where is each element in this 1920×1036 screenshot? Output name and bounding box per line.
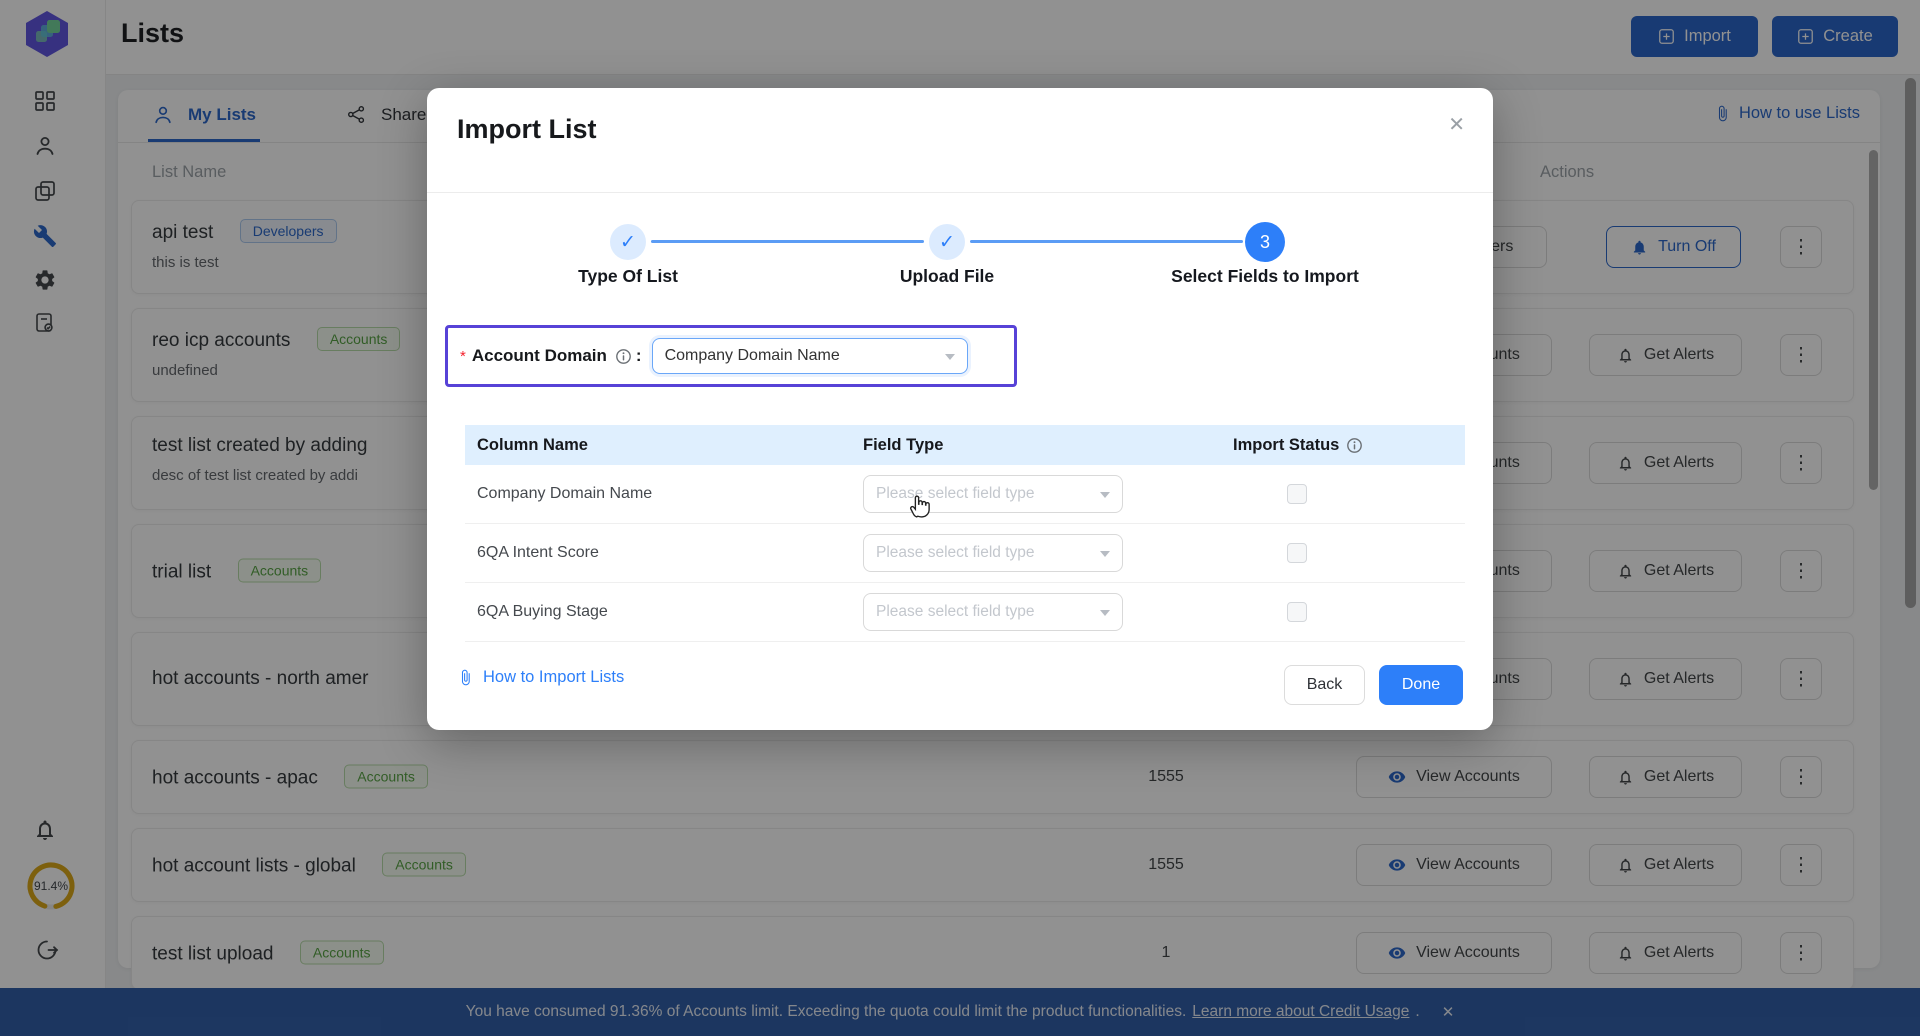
field-type-placeholder: Please select field type [876,603,1035,621]
info-icon [615,348,632,365]
step-3-label: Select Fields to Import [1105,266,1425,287]
done-button[interactable]: Done [1379,665,1463,705]
account-domain-value: Company Domain Name [665,347,840,365]
field-column-name: Company Domain Name [465,485,863,503]
import-field-row: 6QA Intent Score Please select field typ… [465,524,1465,583]
account-domain-select[interactable]: Company Domain Name [652,338,968,374]
import-status-checkbox[interactable] [1287,484,1307,504]
header-field-type: Field Type [863,436,1233,455]
chevron-down-icon [1100,492,1110,498]
import-list-modal: Import List ✕ ✓ ✓ 3 Type Of List Upload … [427,88,1493,730]
step-2-label: Upload File [787,266,1107,287]
field-type-placeholder: Please select field type [876,485,1035,503]
import-status-checkbox[interactable] [1287,543,1307,563]
account-domain-label: Account Domain [472,346,607,366]
field-type-select[interactable]: Please select field type [863,534,1123,572]
import-field-row: Company Domain Name Please select field … [465,465,1465,524]
back-button[interactable]: Back [1284,665,1365,705]
how-to-import-lists-link[interactable]: How to Import Lists [457,668,624,687]
import-status-checkbox[interactable] [1287,602,1307,622]
import-fields-table: Column Name Field Type Import Status Com… [465,425,1465,642]
header-column-name: Column Name [465,436,863,455]
step-3-number: 3 [1245,222,1285,262]
step-1-label: Type Of List [468,266,788,287]
step-1-check: ✓ [610,224,646,260]
chevron-down-icon [945,354,955,360]
required-asterisk: * [460,348,466,365]
import-field-row: 6QA Buying Stage Please select field typ… [465,583,1465,642]
app-screen: 91.4% Lists Import Create My Lists [0,0,1920,1036]
field-type-placeholder: Please select field type [876,544,1035,562]
chevron-down-icon [1100,610,1110,616]
step-2-check: ✓ [929,224,965,260]
modal-close-icon[interactable]: ✕ [1448,112,1465,137]
header-import-status: Import Status [1233,436,1339,455]
field-type-select[interactable]: Please select field type [863,475,1123,513]
paperclip-icon [457,669,474,686]
info-icon [1346,437,1363,454]
field-column-name: 6QA Intent Score [465,544,863,562]
modal-title: Import List [457,114,597,145]
field-column-name: 6QA Buying Stage [465,603,863,621]
account-domain-field-highlight: * Account Domain : Company Domain Name [445,325,1017,387]
chevron-down-icon [1100,551,1110,557]
field-type-select[interactable]: Please select field type [863,593,1123,631]
